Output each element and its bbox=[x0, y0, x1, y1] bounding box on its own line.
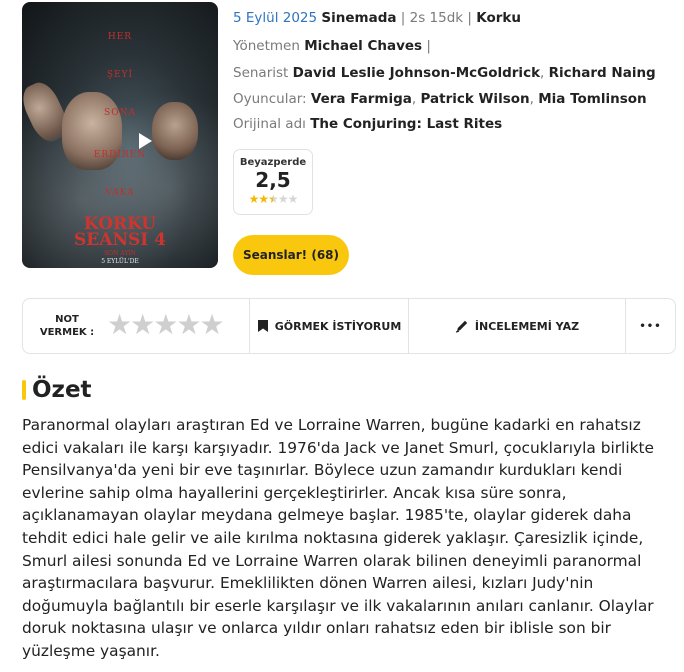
poster-tagline: HER bbox=[107, 32, 133, 42]
writer-line: Senarist David Leslie Johnson-McGoldrick… bbox=[233, 65, 656, 81]
rating-stars: ★★★★★ bbox=[234, 192, 312, 206]
play-icon[interactable] bbox=[132, 129, 156, 153]
write-review-label: İNCELEMEMİ YAZ bbox=[474, 319, 580, 333]
star-empty-icon[interactable]: ★ bbox=[130, 308, 155, 341]
original-title: The Conjuring: Last Rites bbox=[310, 116, 503, 132]
duration: 2s 15dk bbox=[409, 10, 464, 26]
user-rating-stars[interactable]: ★★★★★ bbox=[107, 308, 225, 341]
poster-tagline: ERDİREN bbox=[93, 150, 147, 160]
rate-label-line1: NOT bbox=[55, 314, 79, 325]
writer-label: Senarist bbox=[233, 65, 289, 81]
comma: , bbox=[529, 91, 534, 107]
star-empty-icon[interactable]: ★ bbox=[153, 308, 178, 341]
more-options-button[interactable]: ••• bbox=[626, 299, 675, 353]
separator: | bbox=[400, 10, 410, 26]
star-full-icon: ★ bbox=[248, 192, 260, 206]
watchlist-button[interactable]: GÖRMEK İSTİYORUM bbox=[250, 299, 408, 353]
original-title-label: Orijinal adı bbox=[233, 116, 306, 132]
release-date[interactable]: 5 Eylül 2025 bbox=[233, 10, 317, 26]
poster-tagline: VAKA bbox=[105, 188, 135, 198]
separator: | bbox=[422, 38, 431, 54]
star-empty-icon: ★ bbox=[287, 192, 299, 206]
star-empty-icon[interactable]: ★ bbox=[107, 308, 132, 341]
comma: , bbox=[411, 91, 417, 107]
release-info: 5 Eylül 2025 Sinemada | 2s 15dk | Korku bbox=[233, 10, 521, 26]
star-half-icon: ★ bbox=[268, 192, 279, 206]
star-empty-icon: ★ bbox=[277, 192, 289, 206]
poster-title: KORKU SEANSI 4 bbox=[22, 216, 218, 250]
star-empty-icon[interactable]: ★ bbox=[176, 308, 201, 341]
poster-subtitle: SON AYİN bbox=[104, 250, 136, 257]
action-bar: NOT VERMEK : ★★★★★ GÖRMEK İSTİYORUM İNCE… bbox=[22, 298, 676, 354]
cast-link[interactable]: Patrick Wilson bbox=[420, 91, 529, 107]
genre-link[interactable]: Korku bbox=[476, 10, 521, 26]
pen-icon bbox=[455, 320, 468, 333]
cast-label: Oyuncular: bbox=[233, 91, 307, 107]
poster-tagline: ŞEYİ bbox=[106, 70, 134, 80]
comma: , bbox=[540, 65, 545, 81]
writer-link[interactable]: David Leslie Johnson-McGoldrick bbox=[293, 65, 540, 81]
director-line: Yönetmen Michael Chaves | bbox=[233, 38, 431, 54]
cast-line: Oyuncular: Vera Farmiga, Patrick Wilson,… bbox=[233, 91, 647, 107]
star-empty-icon[interactable]: ★ bbox=[199, 308, 224, 341]
director-label: Yönetmen bbox=[233, 38, 300, 54]
separator: | bbox=[463, 10, 477, 26]
press-rating: Beyazperde 2,5 ★★★★★ bbox=[233, 149, 313, 215]
summary-heading: Özet bbox=[22, 374, 92, 406]
rating-score: 2,5 bbox=[255, 168, 291, 192]
poster-title-line2: SEANSI 4 bbox=[74, 230, 166, 250]
cast-link[interactable]: Vera Farmiga bbox=[311, 91, 412, 107]
poster-date: 5 EYLÜL'DE bbox=[101, 258, 139, 265]
writer-link[interactable]: Richard Naing bbox=[549, 65, 656, 81]
rate-label: NOT VERMEK : bbox=[37, 313, 97, 339]
bookmark-icon bbox=[257, 320, 268, 332]
star-full-icon: ★ bbox=[258, 192, 269, 206]
category-link[interactable]: Sinemada bbox=[321, 10, 396, 26]
summary-title: Özet bbox=[32, 377, 92, 403]
watchlist-label: GÖRMEK İSTİYORUM bbox=[274, 319, 402, 333]
director-link[interactable]: Michael Chaves bbox=[304, 38, 422, 54]
movie-poster[interactable]: HER ŞEYİ SONA ERDİREN VAKA KORKU SEANSI … bbox=[22, 2, 218, 268]
original-title-line: Orijinal adı The Conjuring: Last Rites bbox=[233, 116, 502, 132]
rate-label-line2: VERMEK : bbox=[39, 327, 95, 338]
sessions-button[interactable]: Seanslar! (68) bbox=[233, 235, 349, 275]
rating-source: Beyazperde bbox=[239, 157, 307, 168]
heading-accent-bar bbox=[22, 380, 26, 400]
summary-text: Paranormal olayları araştıran Ed ve Lorr… bbox=[22, 416, 655, 660]
cast-link[interactable]: Mia Tomlinson bbox=[538, 91, 646, 107]
poster-tagline: SONA bbox=[104, 108, 136, 118]
write-review-button[interactable]: İNCELEMEMİ YAZ bbox=[409, 299, 625, 353]
